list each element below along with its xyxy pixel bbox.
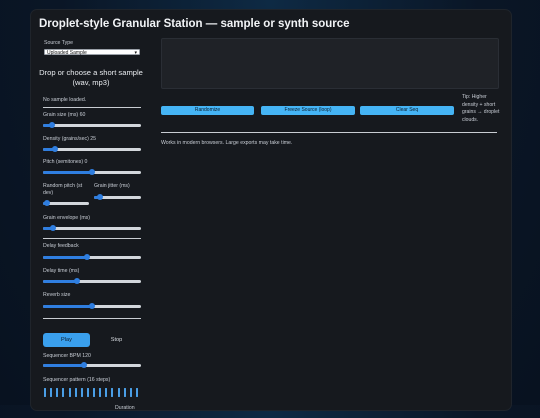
clear-seq-button[interactable]: Clear Seq bbox=[360, 106, 454, 115]
sequencer-step[interactable] bbox=[135, 388, 138, 397]
delay-feedback-label: Delay feedback bbox=[43, 243, 79, 249]
delay-time-slider[interactable] bbox=[43, 278, 141, 284]
source-type-label: Source Type bbox=[44, 40, 74, 46]
slider-thumb[interactable] bbox=[74, 278, 81, 284]
sample-drop-zone[interactable]: Drop or choose a short sample (wav, mp3) bbox=[39, 68, 143, 88]
stop-button[interactable]: Stop bbox=[92, 333, 141, 347]
sequencer-step[interactable] bbox=[50, 388, 53, 397]
grain-envelope-slider[interactable] bbox=[43, 225, 141, 231]
bpm-label: Sequencer BPM 120 bbox=[43, 353, 91, 359]
slider-fill bbox=[43, 305, 92, 308]
sequencer-step[interactable] bbox=[80, 388, 83, 397]
slider-fill bbox=[43, 256, 88, 259]
delay-time-label: Delay time (ms) bbox=[43, 268, 80, 274]
sequencer-step[interactable] bbox=[56, 388, 59, 397]
sequencer-step[interactable] bbox=[117, 388, 120, 397]
browser-note: Works in modern browsers. Large exports … bbox=[161, 140, 293, 146]
page-title: Droplet-style Granular Station — sample … bbox=[39, 18, 350, 30]
sequencer-step[interactable] bbox=[105, 388, 108, 397]
app-panel: Droplet-style Granular Station — sample … bbox=[31, 10, 511, 411]
divider bbox=[43, 318, 141, 319]
randomize-button[interactable]: Randomize bbox=[161, 106, 254, 115]
grain-size-label: Grain size (ms) 60 bbox=[43, 112, 86, 118]
sequencer-step[interactable] bbox=[68, 388, 71, 397]
divider bbox=[161, 132, 497, 133]
random-pitch-label: Random pitch (st dev) bbox=[43, 183, 83, 196]
sequencer-step[interactable] bbox=[123, 388, 126, 397]
slider-thumb[interactable] bbox=[89, 169, 95, 175]
density-label: Density (grains/sec) 25 bbox=[43, 136, 97, 142]
chevron-down-icon: ▾ bbox=[134, 50, 137, 56]
delay-feedback-slider[interactable] bbox=[43, 254, 141, 260]
bpm-slider[interactable] bbox=[43, 362, 141, 368]
slider-thumb[interactable] bbox=[84, 254, 91, 260]
slider-thumb[interactable] bbox=[49, 225, 56, 231]
sequencer-step[interactable] bbox=[93, 388, 95, 397]
sequencer-step[interactable] bbox=[44, 388, 46, 397]
sequencer-step[interactable] bbox=[74, 388, 77, 397]
slider-thumb[interactable] bbox=[43, 200, 50, 206]
sequencer-step[interactable] bbox=[86, 388, 89, 397]
sequencer-label: Sequencer pattern (16 steps) bbox=[43, 377, 111, 383]
source-type-value: Uploaded Sample bbox=[47, 50, 87, 56]
divider bbox=[43, 238, 141, 239]
reverb-size-slider[interactable] bbox=[43, 303, 141, 309]
sequencer-step[interactable] bbox=[99, 388, 102, 397]
play-button[interactable]: Play bbox=[43, 333, 90, 347]
sample-status: No sample loaded. bbox=[43, 97, 87, 103]
pitch-slider[interactable] bbox=[43, 169, 141, 175]
grain-jitter-label: Grain jitter (ms) bbox=[94, 183, 130, 189]
sequencer-step[interactable] bbox=[111, 388, 114, 397]
pitch-label: Pitch (semitones) 0 bbox=[43, 159, 88, 165]
density-slider[interactable] bbox=[43, 146, 141, 152]
freeze-source-button[interactable]: Freeze Source (loop) bbox=[261, 106, 355, 115]
slider-thumb[interactable] bbox=[81, 362, 88, 368]
control-sidebar: Source Type Uploaded Sample ▾ Drop or ch… bbox=[39, 38, 143, 418]
waveform-display[interactable] bbox=[161, 38, 499, 89]
sequencer-steps bbox=[43, 388, 141, 397]
tip-text: Tip: Higher density + short grains → dro… bbox=[462, 94, 500, 123]
slider-thumb[interactable] bbox=[89, 303, 95, 309]
slider-thumb[interactable] bbox=[96, 194, 103, 200]
slider-fill bbox=[43, 280, 78, 283]
transport-controls: Play Stop bbox=[43, 333, 141, 347]
sequencer-step[interactable] bbox=[129, 388, 132, 397]
slider-fill bbox=[43, 171, 92, 174]
slider-thumb[interactable] bbox=[48, 122, 55, 128]
duration-label: Duration bbox=[115, 405, 135, 411]
grain-envelope-label: Grain envelope (ms) bbox=[43, 215, 90, 221]
grain-jitter-slider[interactable] bbox=[94, 194, 141, 200]
slider-fill bbox=[43, 364, 85, 367]
divider bbox=[43, 107, 141, 108]
reverb-size-label: Reverb size bbox=[43, 292, 71, 298]
random-pitch-slider[interactable] bbox=[43, 200, 89, 206]
grain-size-slider[interactable] bbox=[43, 122, 141, 128]
slider-thumb[interactable] bbox=[51, 146, 58, 152]
source-type-select[interactable]: Uploaded Sample ▾ bbox=[44, 49, 140, 56]
sequencer-step[interactable] bbox=[62, 388, 65, 397]
